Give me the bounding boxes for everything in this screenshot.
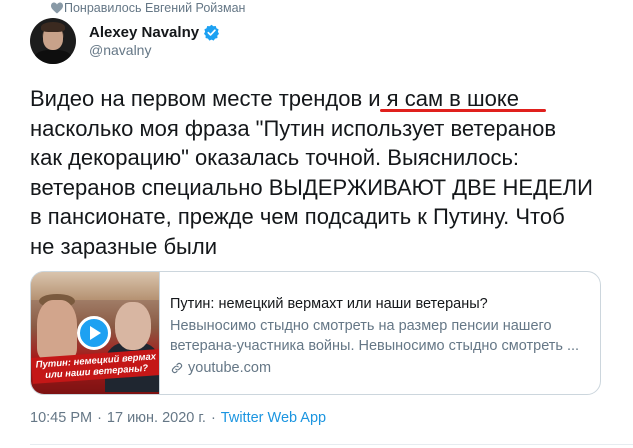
source-app-link[interactable]: Twitter Web App [221,410,326,426]
divider [30,444,633,445]
handle[interactable]: @navalny [89,42,220,58]
card-domain: youtube.com [170,360,590,376]
card-description-line: ветерана-участника войны. Невыносимо сты… [170,338,580,354]
card-description-line: Невыносимо стыдно смотреть на размер пен… [170,318,552,334]
video-thumbnail[interactable]: Путин: немецкий вермах или наши ветераны… [31,272,160,394]
card-title: Путин: немецкий вермахт или наши ветеран… [170,296,488,312]
tweet-date[interactable]: 17 июн. 2020 г. [107,410,206,426]
author-names: Alexey Navalny @navalny [89,24,220,58]
link-icon [171,362,183,374]
heart-icon [51,2,63,14]
tweet-line-text: как декорацию" оказалась точной. Выяснил… [30,145,520,170]
tweet-meta: 10:45 PM · 17 июн. 2020 г. · Twitter Web… [30,410,326,426]
red-underline-annotation [380,109,546,112]
link-preview-card[interactable]: Путин: немецкий вермах или наши ветераны… [30,271,601,395]
tweet-line-text: не заразные были [30,233,217,259]
tweet-line: как декорацию" оказалась точной. Выяснил… [30,143,620,173]
card-body: Путин: немецкий вермахт или наши ветеран… [160,272,590,394]
card-domain-text: youtube.com [188,360,272,376]
verified-badge-icon [204,24,220,41]
name-row: Alexey Navalny [89,24,220,41]
tweet-author[interactable]: Alexey Navalny @navalny [30,18,220,64]
tweet-line-text: в пансионате, прежде чем подсадить к Пут… [30,204,565,229]
social-context[interactable]: Понравилось Евгений Ройзман [64,0,245,16]
separator: · [210,410,216,426]
tweet-line-text: ветеранов специально ВЫДЕРЖИВАЮТ ДВЕ НЕД… [30,174,593,200]
tweet-line-text: Видео на первом месте трендов и я сам в … [30,86,519,111]
avatar[interactable] [30,18,76,64]
card-description: Невыносимо стыдно смотреть на размер пен… [170,316,590,356]
tweet-line: ветеранов специально ВЫДЕРЖИВАЮТ ДВЕ НЕД… [30,173,620,203]
tweet-line-text: насколько моя фраза "Путин использует ве… [30,115,557,141]
display-name[interactable]: Alexey Navalny [89,24,199,41]
tweet-time[interactable]: 10:45 PM [30,410,92,426]
tweet-line: в пансионате, прежде чем подсадить к Пут… [30,202,620,232]
tweet-line: не заразные были [30,232,620,262]
play-icon[interactable] [77,316,111,350]
tweet-line: насколько моя фраза "Путин использует ве… [30,114,620,144]
separator: · [97,410,102,426]
